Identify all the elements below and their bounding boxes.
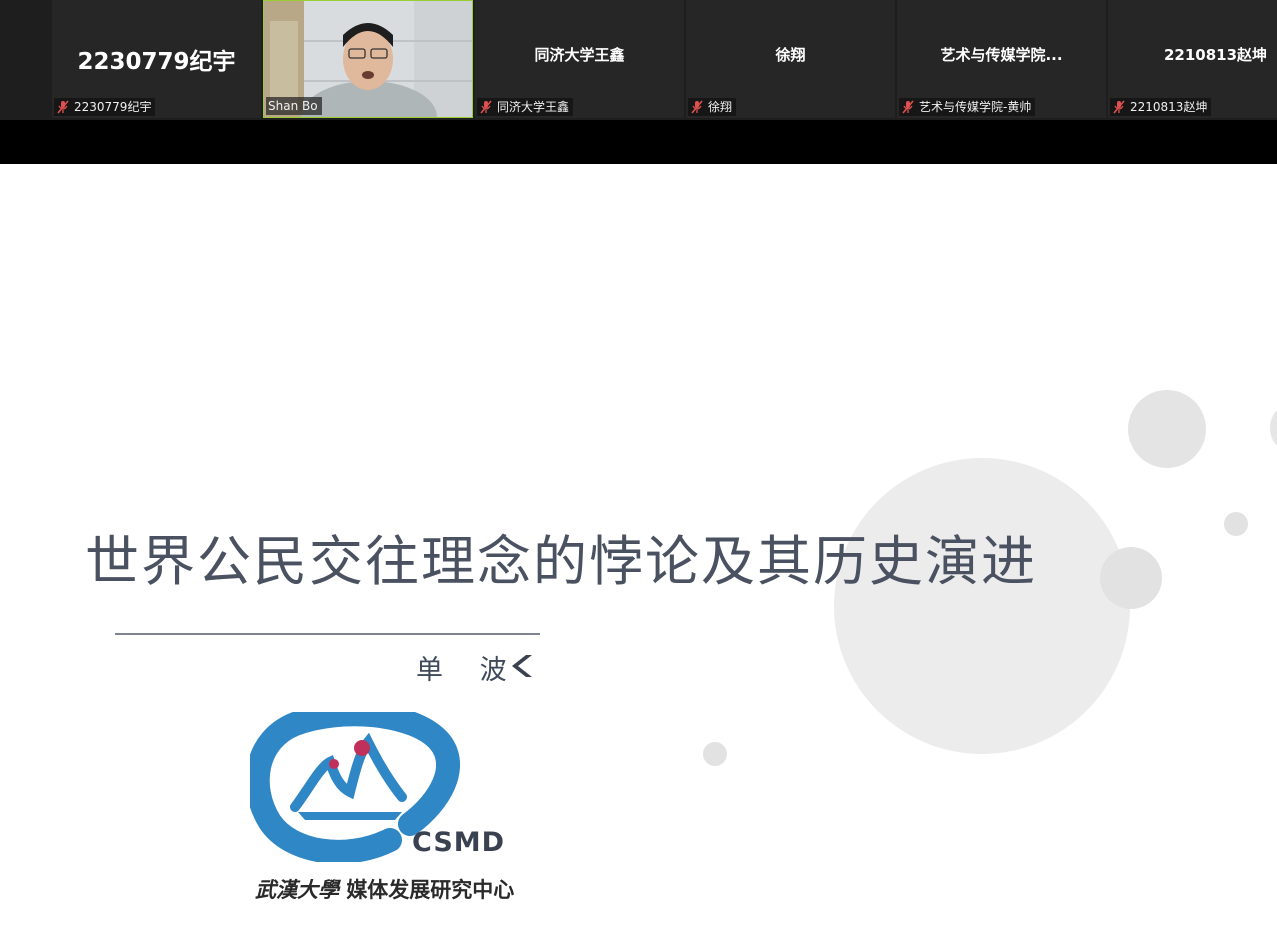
decor-circle	[1270, 409, 1277, 447]
participant-tag: Shan Bo	[266, 97, 322, 115]
participant-tag-label: 徐翔	[708, 100, 733, 114]
mic-muted-icon	[1113, 100, 1125, 114]
participant-tile[interactable]: 2230779纪宇 2230779纪宇	[52, 0, 261, 118]
participant-name: 2210813赵坤	[1164, 46, 1268, 64]
decor-circle	[1100, 547, 1162, 609]
center-name: 媒体发展研究中心	[346, 878, 515, 902]
participant-video-tile[interactable]: Shan Bo	[263, 0, 473, 118]
participant-tag: 2210813赵坤	[1110, 98, 1212, 116]
mic-muted-icon	[902, 100, 914, 114]
university-name: 武漢大學	[255, 877, 339, 902]
mic-muted-icon	[480, 100, 492, 114]
slide-title: 世界公民交往理念的悖论及其历史演进	[85, 530, 1037, 593]
participant-tag: 艺术与传媒学院-黄帅	[899, 98, 1036, 116]
participant-tile[interactable]: 2210813赵坤 2210813赵坤	[1108, 0, 1277, 118]
participant-tag-label: 艺术与传媒学院-黄帅	[919, 100, 1032, 114]
participant-tag: 徐翔	[688, 98, 737, 116]
share-toolbar-band	[0, 120, 1277, 164]
participant-tag: 2230779纪宇	[54, 98, 156, 116]
participant-tag-label: 2230779纪宇	[74, 100, 152, 114]
decor-circle-large	[834, 458, 1130, 754]
participant-name: 2230779纪宇	[77, 49, 236, 75]
shared-slide: 世界公民交往理念的悖论及其历史演进 单 波 CSMD 武漢大學 媒体发展研究中心	[0, 164, 1277, 930]
participant-tag-label: Shan Bo	[268, 99, 318, 113]
participant-name: 艺术与传媒学院...	[940, 46, 1063, 64]
decor-circle	[1128, 390, 1206, 468]
participant-tag-label: 2210813赵坤	[1130, 100, 1208, 114]
mic-muted-icon	[57, 100, 69, 114]
participant-tile[interactable]: 徐翔 徐翔	[686, 0, 895, 118]
title-divider	[115, 633, 540, 635]
organization-name: 武漢大學 媒体发展研究中心	[255, 874, 514, 904]
participant-tag-label: 同济大学王鑫	[497, 100, 570, 114]
decor-circle	[703, 742, 727, 766]
logo-text: CSMD	[412, 827, 506, 858]
decor-circle	[1224, 512, 1248, 536]
chevron-left-icon	[512, 655, 532, 677]
participant-strip: 2230779纪宇 2230779纪宇 Shan Bo 同济大学王鑫 同济大学王…	[0, 0, 1277, 120]
mic-muted-icon	[691, 100, 703, 114]
participant-tile[interactable]: 同济大学王鑫 同济大学王鑫	[475, 0, 684, 118]
slide-author: 单 波	[416, 655, 521, 686]
participant-tag: 同济大学王鑫	[477, 98, 574, 116]
participant-name: 徐翔	[775, 46, 806, 64]
participant-name: 同济大学王鑫	[534, 46, 625, 64]
participant-tile[interactable]: 艺术与传媒学院... 艺术与传媒学院-黄帅	[897, 0, 1106, 118]
